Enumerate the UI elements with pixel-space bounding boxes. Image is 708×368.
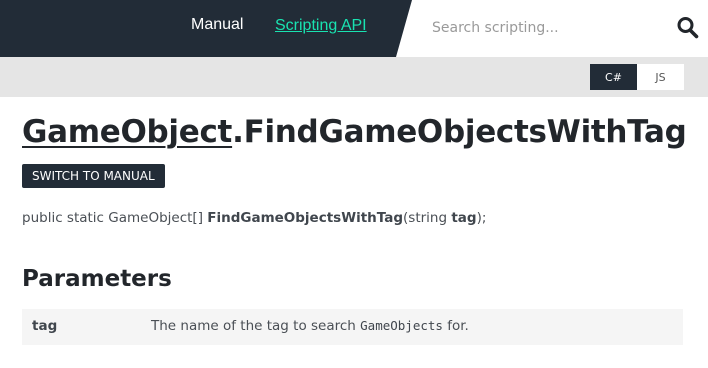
signature-method-name: FindGameObjectsWithTag	[207, 210, 404, 226]
parameter-description: The name of the tag to search GameObject…	[151, 318, 469, 334]
language-bar: C# JS	[0, 57, 708, 97]
nav-link-manual[interactable]: Manual	[191, 16, 243, 34]
title-class-link[interactable]: GameObject	[22, 114, 232, 150]
parameters-heading: Parameters	[22, 266, 172, 292]
page-title: GameObject.FindGameObjectsWithTag	[22, 114, 687, 150]
param-desc-text: The name of the tag to search	[151, 318, 361, 334]
signature-open: (string	[403, 210, 452, 226]
signature-prefix: public static GameObject[]	[22, 210, 208, 226]
param-desc-text-end: for.	[442, 318, 469, 334]
nav-link-scripting-api[interactable]: Scripting API	[275, 17, 367, 35]
language-toggle: C# JS	[590, 64, 684, 90]
search-icon[interactable]	[676, 15, 700, 41]
method-signature: public static GameObject[] FindGameObjec…	[22, 210, 486, 226]
signature-param-name: tag	[451, 210, 477, 226]
lang-option-js[interactable]: JS	[637, 64, 684, 90]
search-input[interactable]	[422, 10, 672, 46]
title-member: FindGameObjectsWithTag	[243, 114, 687, 150]
lang-option-csharp[interactable]: C#	[590, 64, 637, 90]
parameter-name: tag	[32, 318, 58, 334]
top-navigation-bar: Manual Scripting API	[0, 0, 708, 57]
title-separator: .	[232, 114, 244, 150]
parameter-row: tag The name of the tag to search GameOb…	[22, 309, 683, 345]
param-desc-code: GameObjects	[360, 318, 443, 333]
switch-to-manual-button[interactable]: SWITCH TO MANUAL	[22, 164, 165, 188]
signature-close: );	[476, 210, 487, 226]
